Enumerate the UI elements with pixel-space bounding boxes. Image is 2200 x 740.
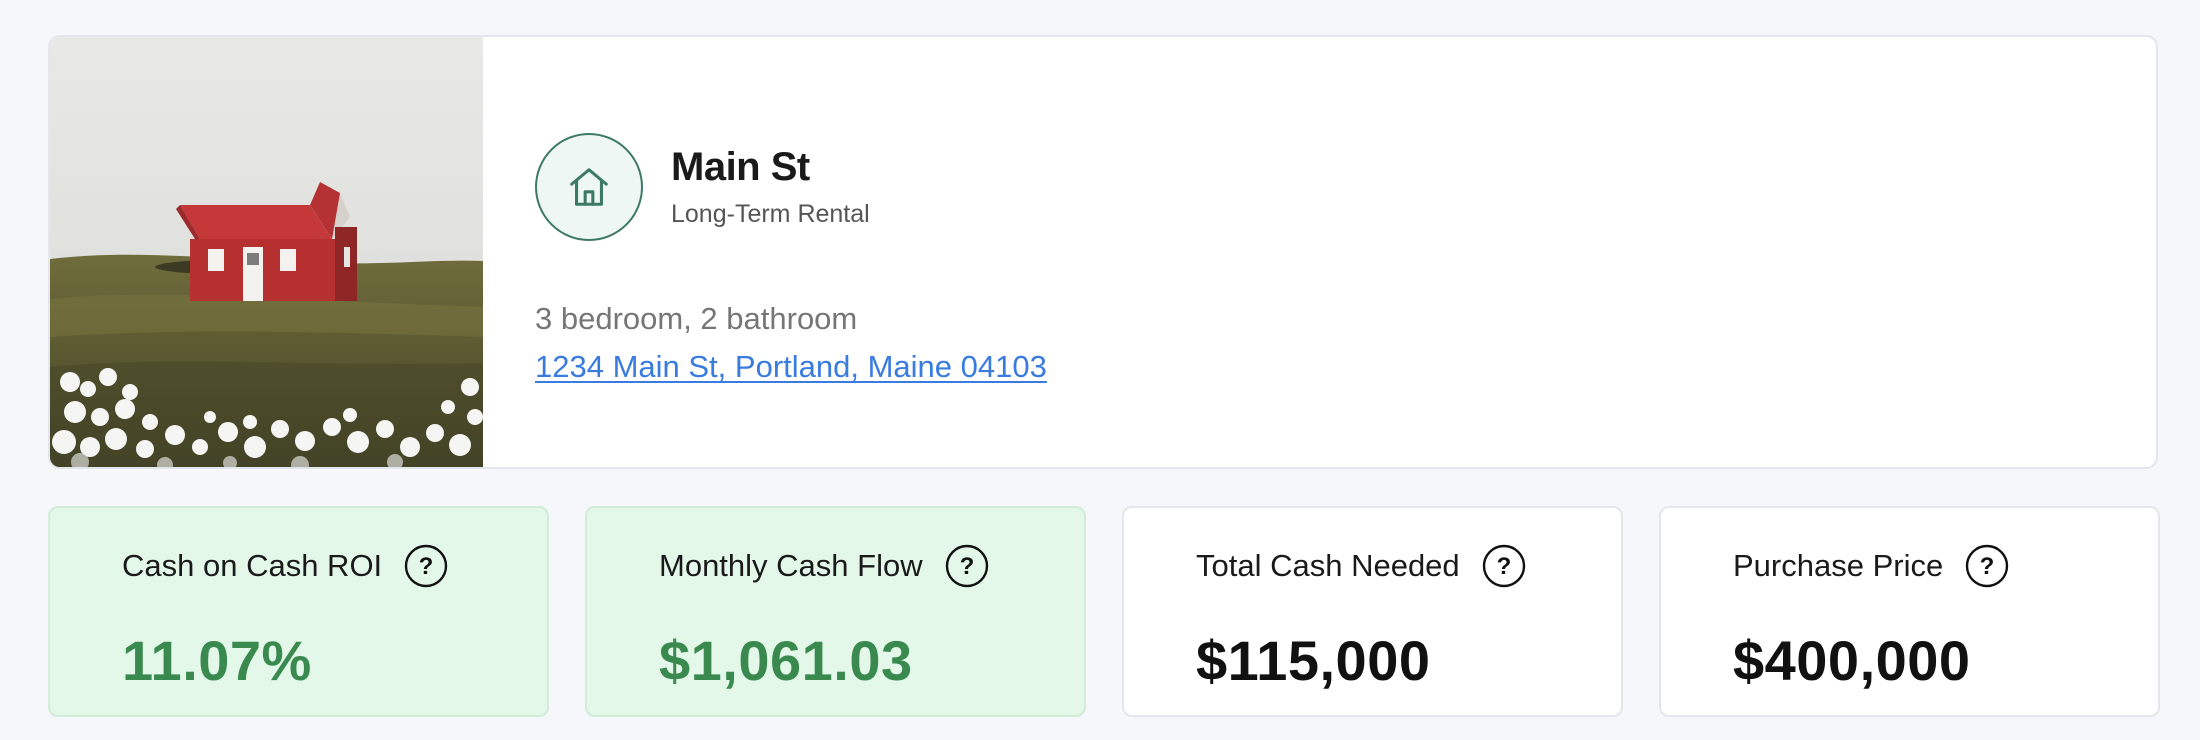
property-card: Main St Long-Term Rental 3 bedroom, 2 ba…	[48, 35, 2158, 469]
property-photo-image	[50, 37, 483, 467]
metric-value: $1,061.03	[659, 629, 913, 692]
svg-text:?: ?	[1980, 553, 1995, 580]
metrics-row: Cash on Cash ROI ? 11.07% Monthly Cash F…	[48, 506, 2160, 717]
metric-card-monthly-cash-flow: Monthly Cash Flow ? $1,061.03	[585, 506, 1086, 717]
svg-text:?: ?	[419, 553, 434, 580]
help-circle-icon[interactable]: ?	[404, 544, 448, 588]
svg-text:?: ?	[1496, 553, 1511, 580]
metric-label: Purchase Price	[1733, 548, 1944, 583]
metric-value: 11.07%	[122, 629, 312, 692]
address-link[interactable]: 1234 Main St, Portland, Maine 04103	[535, 349, 1047, 385]
metric-value: $115,000	[1196, 629, 1431, 692]
help-circle-icon[interactable]: ?	[1482, 544, 1526, 588]
metric-label: Cash on Cash ROI	[122, 548, 383, 583]
property-photo	[50, 37, 483, 467]
property-type: Long-Term Rental	[671, 200, 870, 228]
help-circle-icon[interactable]: ?	[945, 544, 989, 588]
metric-card-purchase-price: Purchase Price ? $400,000	[1659, 506, 2160, 717]
bed-bath-summary: 3 bedroom, 2 bathroom	[535, 301, 858, 336]
metric-card-total-cash-needed: Total Cash Needed ? $115,000	[1122, 506, 1623, 717]
property-title-block: Main St Long-Term Rental	[671, 145, 870, 229]
metric-label: Monthly Cash Flow	[659, 548, 923, 583]
metric-label: Total Cash Needed	[1196, 548, 1460, 583]
svg-text:?: ?	[959, 553, 974, 580]
property-header: Main St Long-Term Rental	[535, 133, 2156, 241]
property-details: Main St Long-Term Rental 3 bedroom, 2 ba…	[483, 37, 2156, 467]
house-icon	[535, 133, 643, 241]
help-circle-icon[interactable]: ?	[1965, 544, 2009, 588]
property-title: Main St	[671, 145, 810, 189]
metric-value: $400,000	[1733, 629, 1971, 692]
metric-card-cash-on-cash-roi: Cash on Cash ROI ? 11.07%	[48, 506, 549, 717]
